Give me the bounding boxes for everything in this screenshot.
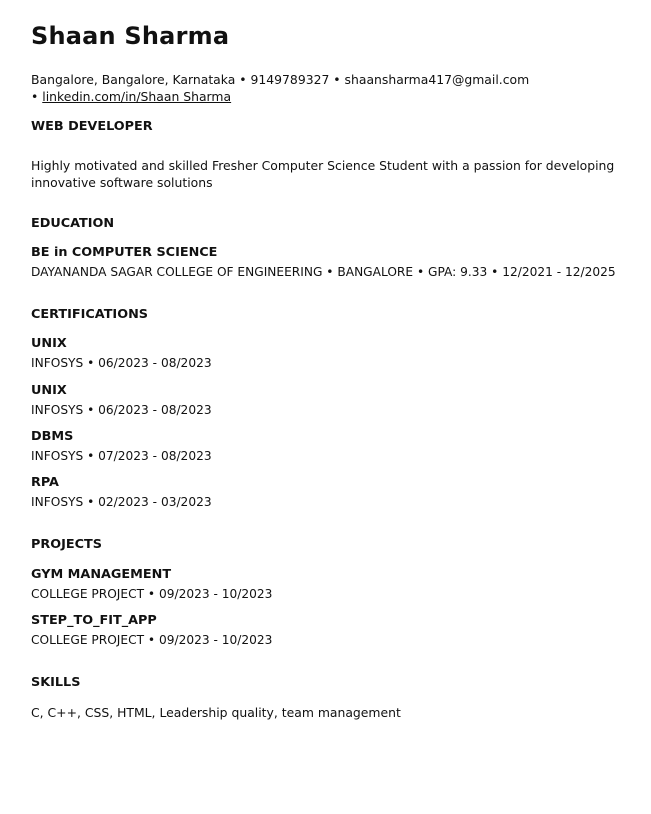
certification-title: UNIX — [31, 383, 67, 398]
section-heading-projects: PROJECTS — [31, 537, 102, 552]
separator: • — [235, 72, 251, 87]
degree-title: BE in COMPUTER SCIENCE — [31, 245, 218, 260]
section-heading-education: EDUCATION — [31, 216, 115, 231]
linkedin-link[interactable]: linkedin.com/in/Shaan Sharma — [42, 89, 231, 104]
certification-meta: INFOSYS • 06/2023 - 08/2023 — [31, 403, 212, 417]
candidate-name: Shaan Sharma — [31, 22, 230, 50]
skills-text: C, C++, CSS, HTML, Leadership quality, t… — [31, 705, 401, 720]
separator: • — [31, 89, 43, 104]
phone-text: 9149789327 — [250, 72, 330, 87]
degree-meta: DAYANANDA SAGAR COLLEGE OF ENGINEERING •… — [31, 265, 616, 279]
certification-title: DBMS — [31, 429, 74, 444]
contact-line-2: • linkedin.com/in/Shaan Sharma — [31, 88, 529, 105]
separator: • — [329, 72, 345, 87]
certification-title: RPA — [31, 475, 59, 490]
certification-title: UNIX — [31, 336, 67, 351]
section-heading-skills: SKILLS — [31, 675, 81, 690]
project-meta: COLLEGE PROJECT • 09/2023 - 10/2023 — [31, 633, 273, 647]
contact-info: Bangalore, Bangalore, Karnataka • 914978… — [31, 71, 529, 105]
summary-text: Highly motivated and skilled Fresher Com… — [31, 158, 615, 190]
education-item: BE in COMPUTER SCIENCE DAYANANDA SAGAR C… — [31, 244, 616, 281]
project-meta: COLLEGE PROJECT • 09/2023 - 10/2023 — [31, 587, 273, 601]
certification-meta: INFOSYS • 02/2023 - 03/2023 — [31, 495, 212, 509]
project-item: STEP_TO_FIT_APP COLLEGE PROJECT • 09/202… — [31, 612, 272, 649]
section-heading-certifications: CERTIFICATIONS — [31, 307, 149, 322]
section-heading-title: WEB DEVELOPER — [31, 119, 153, 134]
certification-item: RPA INFOSYS • 02/2023 - 03/2023 — [31, 474, 212, 511]
email-text[interactable]: shaansharma417@gmail.com — [345, 72, 530, 87]
location-text: Bangalore, Bangalore, Karnataka — [31, 72, 236, 87]
project-title: GYM MANAGEMENT — [31, 567, 172, 582]
resume-page: Shaan Sharma Bangalore, Bangalore, Karna… — [0, 0, 651, 814]
project-item: GYM MANAGEMENT COLLEGE PROJECT • 09/2023… — [31, 566, 272, 603]
certification-item: UNIX INFOSYS • 06/2023 - 08/2023 — [31, 335, 212, 372]
certification-item: UNIX INFOSYS • 06/2023 - 08/2023 — [31, 382, 212, 419]
certification-meta: INFOSYS • 07/2023 - 08/2023 — [31, 449, 212, 463]
project-title: STEP_TO_FIT_APP — [31, 613, 157, 628]
contact-line-1: Bangalore, Bangalore, Karnataka • 914978… — [31, 71, 529, 88]
certification-item: DBMS INFOSYS • 07/2023 - 08/2023 — [31, 428, 212, 465]
certification-meta: INFOSYS • 06/2023 - 08/2023 — [31, 356, 212, 370]
